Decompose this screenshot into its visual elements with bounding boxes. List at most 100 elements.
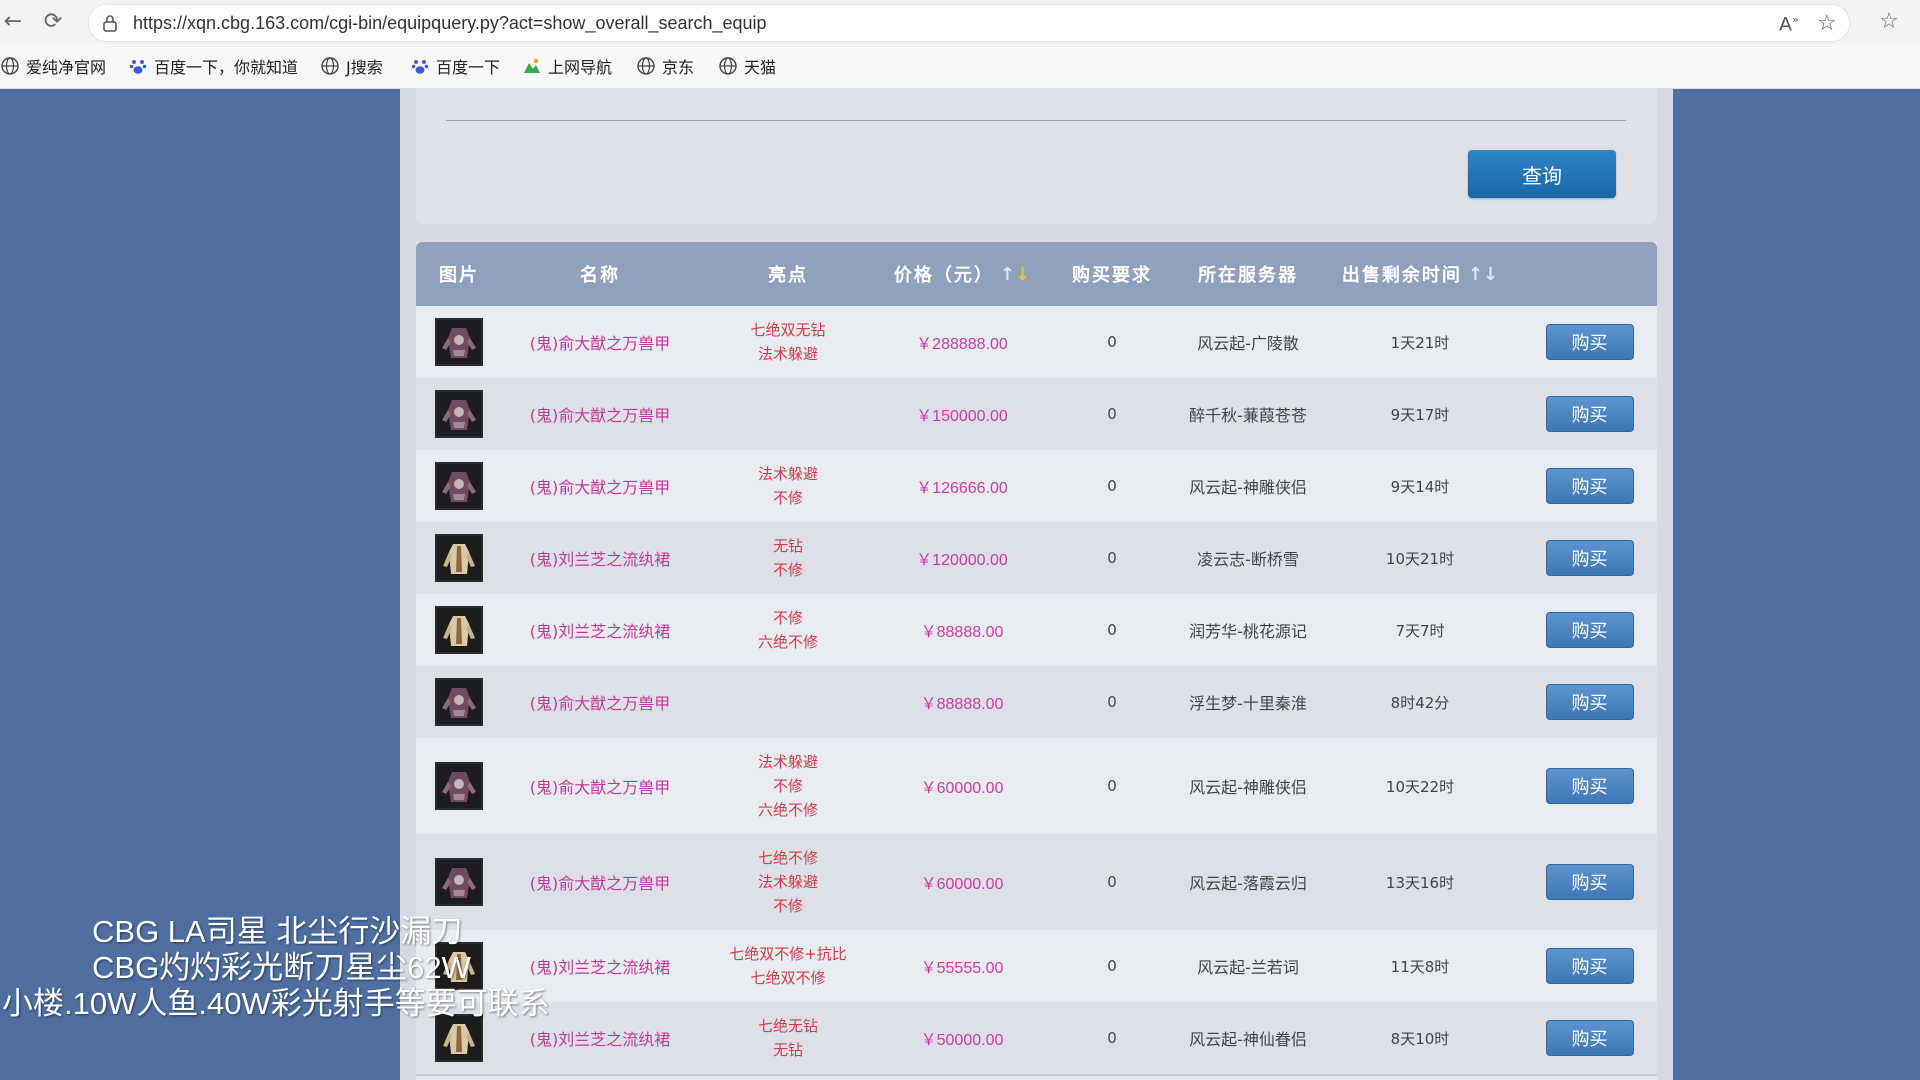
highlight-tag: 七绝无钻 bbox=[757, 1017, 818, 1035]
bookmark-item[interactable]: 百度一下 bbox=[410, 54, 500, 78]
query-button[interactable]: 查询 bbox=[1468, 150, 1616, 198]
globe-icon bbox=[719, 57, 737, 75]
highlight-tag: 无钻 bbox=[772, 1041, 803, 1059]
requirement-cell: 0 bbox=[1046, 666, 1178, 738]
highlight-tag: 法术躲避 bbox=[757, 345, 818, 363]
buy-button[interactable]: 购买 bbox=[1545, 324, 1634, 360]
item-name-link[interactable]: (鬼)俞大猷之万兽甲 bbox=[530, 774, 671, 798]
robe-icon[interactable] bbox=[435, 534, 483, 582]
sort-up-icon[interactable]: ↑ bbox=[1468, 264, 1483, 285]
buy-button[interactable]: 购买 bbox=[1545, 684, 1634, 720]
buy-button[interactable]: 购买 bbox=[1545, 540, 1634, 576]
item-requirement: 0 bbox=[1107, 621, 1117, 639]
armor-icon[interactable] bbox=[435, 678, 483, 726]
reload-icon[interactable]: ⟳ bbox=[40, 9, 66, 35]
item-name-link[interactable]: (鬼)俞大猷之万兽甲 bbox=[530, 330, 671, 354]
caption-line-3: 小楼.10W人鱼.40W彩光射手等要可联系 bbox=[2, 986, 550, 1021]
armor-icon[interactable] bbox=[435, 858, 483, 906]
item-name-link[interactable]: (鬼)刘兰芝之流纨裙 bbox=[530, 618, 671, 642]
back-icon[interactable]: ← bbox=[0, 9, 26, 35]
highlight-tag: 不修 bbox=[772, 897, 803, 915]
action-cell: 购买 bbox=[1522, 666, 1657, 738]
bookmark-item[interactable]: 上网导航 bbox=[522, 54, 612, 78]
action-cell: 购买 bbox=[1522, 306, 1657, 378]
requirement-cell: 0 bbox=[1046, 834, 1178, 930]
globe-icon bbox=[1, 57, 19, 75]
bookmark-label: 上网导航 bbox=[548, 58, 613, 77]
bookmark-item[interactable]: 京东 bbox=[636, 54, 694, 78]
bookmark-item[interactable]: 百度一下，你就知道 bbox=[128, 54, 298, 78]
item-name-link[interactable]: (鬼)俞大猷之万兽甲 bbox=[530, 870, 671, 894]
item-price: ￥55555.00 bbox=[920, 960, 1004, 977]
buy-button[interactable]: 购买 bbox=[1545, 864, 1634, 900]
item-image-cell bbox=[416, 378, 502, 450]
requirement-cell: 0 bbox=[1046, 522, 1178, 594]
requirement-cell: 0 bbox=[1046, 594, 1178, 666]
requirement-cell: 0 bbox=[1046, 1002, 1178, 1074]
price-cell: ￥55555.00 bbox=[878, 930, 1046, 1002]
nav-icon bbox=[524, 58, 540, 73]
item-image-cell bbox=[416, 450, 502, 522]
table-row: (鬼)俞大猷之万兽甲 七绝不修 法术躲避 不修 ￥60000.00 0 风云起-落霞云归 13… bbox=[416, 834, 1657, 932]
buy-button[interactable]: 购买 bbox=[1545, 396, 1634, 432]
highlight-tag: 无钻 bbox=[772, 537, 803, 555]
highlight-tag: 不修 bbox=[772, 561, 803, 579]
item-name-cell: (鬼)俞大猷之万兽甲 bbox=[502, 834, 698, 930]
highlight-cell bbox=[698, 378, 878, 450]
bookmark-item[interactable]: J搜索 bbox=[320, 54, 383, 78]
item-name-link[interactable]: (鬼)刘兰芝之流纨裙 bbox=[530, 1026, 671, 1050]
armor-icon[interactable] bbox=[435, 762, 483, 810]
action-cell: 购买 bbox=[1522, 594, 1657, 666]
favorite-star-icon[interactable]: ☆ bbox=[1817, 11, 1837, 36]
buy-button[interactable]: 购买 bbox=[1545, 948, 1634, 984]
bookmark-label: 京东 bbox=[662, 58, 695, 77]
header-price[interactable]: 价格（元） ↑↓ bbox=[878, 242, 1046, 306]
item-name-link[interactable]: (鬼)俞大猷之万兽甲 bbox=[530, 402, 671, 426]
sort-down-icon[interactable]: ↓ bbox=[1015, 264, 1030, 285]
robe-icon[interactable] bbox=[435, 606, 483, 654]
item-name-link[interactable]: (鬼)刘兰芝之流纨裙 bbox=[530, 546, 671, 570]
time-left-cell: 8天10时 bbox=[1318, 1002, 1522, 1074]
buy-button[interactable]: 购买 bbox=[1545, 612, 1634, 648]
action-cell: 购买 bbox=[1522, 378, 1657, 450]
item-name-link[interactable]: (鬼)刘兰芝之流纨裙 bbox=[530, 954, 671, 978]
table-row: (鬼)俞大猷之万兽甲 七绝双无钻 法术躲避 ￥288888.00 0 风云起-广陵散 1天2… bbox=[416, 306, 1657, 380]
paw-icon bbox=[411, 60, 429, 74]
favorites-icon[interactable]: ☆ bbox=[1876, 9, 1902, 35]
bookmark-item[interactable]: 爱纯净官网 bbox=[0, 54, 106, 78]
sort-up-icon[interactable]: ↑ bbox=[1000, 264, 1015, 285]
action-cell: 购买 bbox=[1522, 834, 1657, 930]
item-name-link[interactable]: (鬼)俞大猷之万兽甲 bbox=[530, 474, 671, 498]
requirement-cell: 0 bbox=[1046, 450, 1178, 522]
time-sort[interactable]: ↑↓ bbox=[1468, 264, 1498, 285]
read-aloud-icon[interactable]: A» bbox=[1779, 13, 1799, 35]
item-server: 风云起-神雕侠侣 bbox=[1189, 478, 1307, 497]
sort-down-icon[interactable]: ↓ bbox=[1483, 264, 1498, 285]
buy-button[interactable]: 购买 bbox=[1545, 768, 1634, 804]
table-row: (鬼)俞大猷之万兽甲 法术躲避 不修 ￥126666.00 0 风云起-神雕侠侣 9天14时… bbox=[416, 450, 1657, 524]
buy-button[interactable]: 购买 bbox=[1545, 468, 1634, 504]
item-name-link[interactable]: (鬼)俞大猷之万兽甲 bbox=[530, 690, 671, 714]
table-row: (鬼)刘兰芝之流纨裙 不修 六绝不修 ￥88888.00 0 润芳华-桃花源记 7天7时 购买 bbox=[416, 594, 1657, 668]
armor-icon[interactable] bbox=[435, 318, 483, 366]
table-row: (鬼)俞大猷之万兽甲 ￥88888.00 0 浮生梦-十里秦淮 8时42分 购买 bbox=[416, 666, 1657, 740]
bookmark-item[interactable]: 天猫 bbox=[718, 54, 776, 78]
server-cell: 风云起-落霞云归 bbox=[1178, 834, 1318, 930]
item-time-left: 11天8时 bbox=[1390, 957, 1450, 976]
highlight-cell: 七绝不修 法术躲避 不修 bbox=[698, 834, 878, 930]
item-requirement: 0 bbox=[1107, 873, 1117, 891]
armor-icon[interactable] bbox=[435, 390, 483, 438]
price-cell: ￥150000.00 bbox=[878, 378, 1046, 450]
highlight-tag: 不修 bbox=[772, 489, 803, 507]
buy-button[interactable]: 购买 bbox=[1545, 1020, 1634, 1056]
paw-icon bbox=[129, 60, 147, 74]
price-sort[interactable]: ↑↓ bbox=[1000, 264, 1030, 285]
header-time-left[interactable]: 出售剩余时间 ↑↓ bbox=[1318, 242, 1522, 306]
armor-icon[interactable] bbox=[435, 462, 483, 510]
item-requirement: 0 bbox=[1107, 549, 1117, 567]
item-server: 风云起-落霞云归 bbox=[1189, 874, 1307, 893]
address-bar[interactable]: https://xqn.cbg.163.com/cgi-bin/equipque… bbox=[88, 4, 1850, 42]
highlight-tag: 七绝不修 bbox=[757, 849, 818, 867]
action-cell: 购买 bbox=[1522, 450, 1657, 522]
table-row: (鬼)刘兰芝之流纨裙 无钻 不修 ￥120000.00 0 凌云志-断桥雪 10天21时 购买 bbox=[416, 522, 1657, 596]
